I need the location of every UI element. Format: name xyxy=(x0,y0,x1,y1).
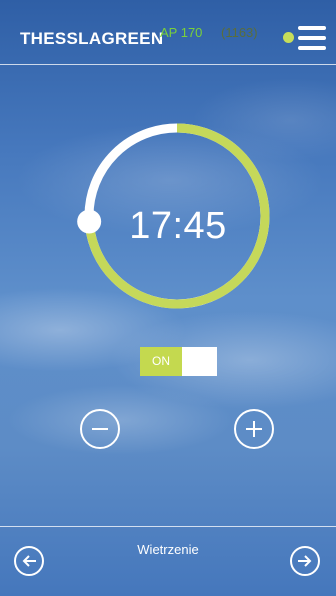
arrow-left-icon xyxy=(22,555,36,567)
brand-logo-text: THESSLAGREEN xyxy=(20,29,164,48)
toggle-knob xyxy=(182,347,217,376)
connection-status-dot xyxy=(283,32,294,43)
timer-time-value[interactable]: 17:45 xyxy=(88,205,268,248)
power-toggle[interactable]: ON xyxy=(140,347,217,376)
device-code: (1163) xyxy=(221,25,258,40)
plus-icon xyxy=(246,421,262,437)
increase-button[interactable] xyxy=(234,409,274,449)
arrow-right-icon xyxy=(298,555,312,567)
decrease-button[interactable] xyxy=(80,409,120,449)
previous-mode-button[interactable] xyxy=(14,546,44,576)
device-model: AP 170 xyxy=(160,25,203,40)
next-mode-button[interactable] xyxy=(290,546,320,576)
mode-label: Wietrzenie xyxy=(137,542,199,557)
toggle-on-label: ON xyxy=(140,347,182,376)
hamburger-menu-icon[interactable] xyxy=(298,26,326,50)
minus-icon xyxy=(92,428,108,430)
timer-dial xyxy=(77,123,270,309)
footer-divider xyxy=(0,526,336,527)
app-header: THESSLAGREEN AP 170 (1163) xyxy=(0,0,336,65)
